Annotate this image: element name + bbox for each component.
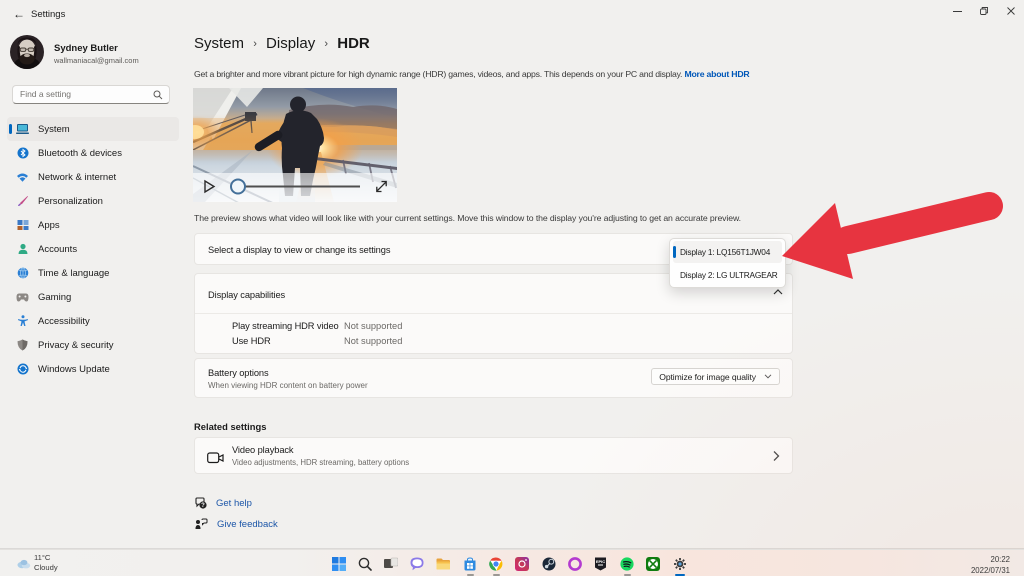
svg-text:?: ? bbox=[201, 503, 205, 509]
svg-text:EPIC: EPIC bbox=[596, 559, 605, 564]
